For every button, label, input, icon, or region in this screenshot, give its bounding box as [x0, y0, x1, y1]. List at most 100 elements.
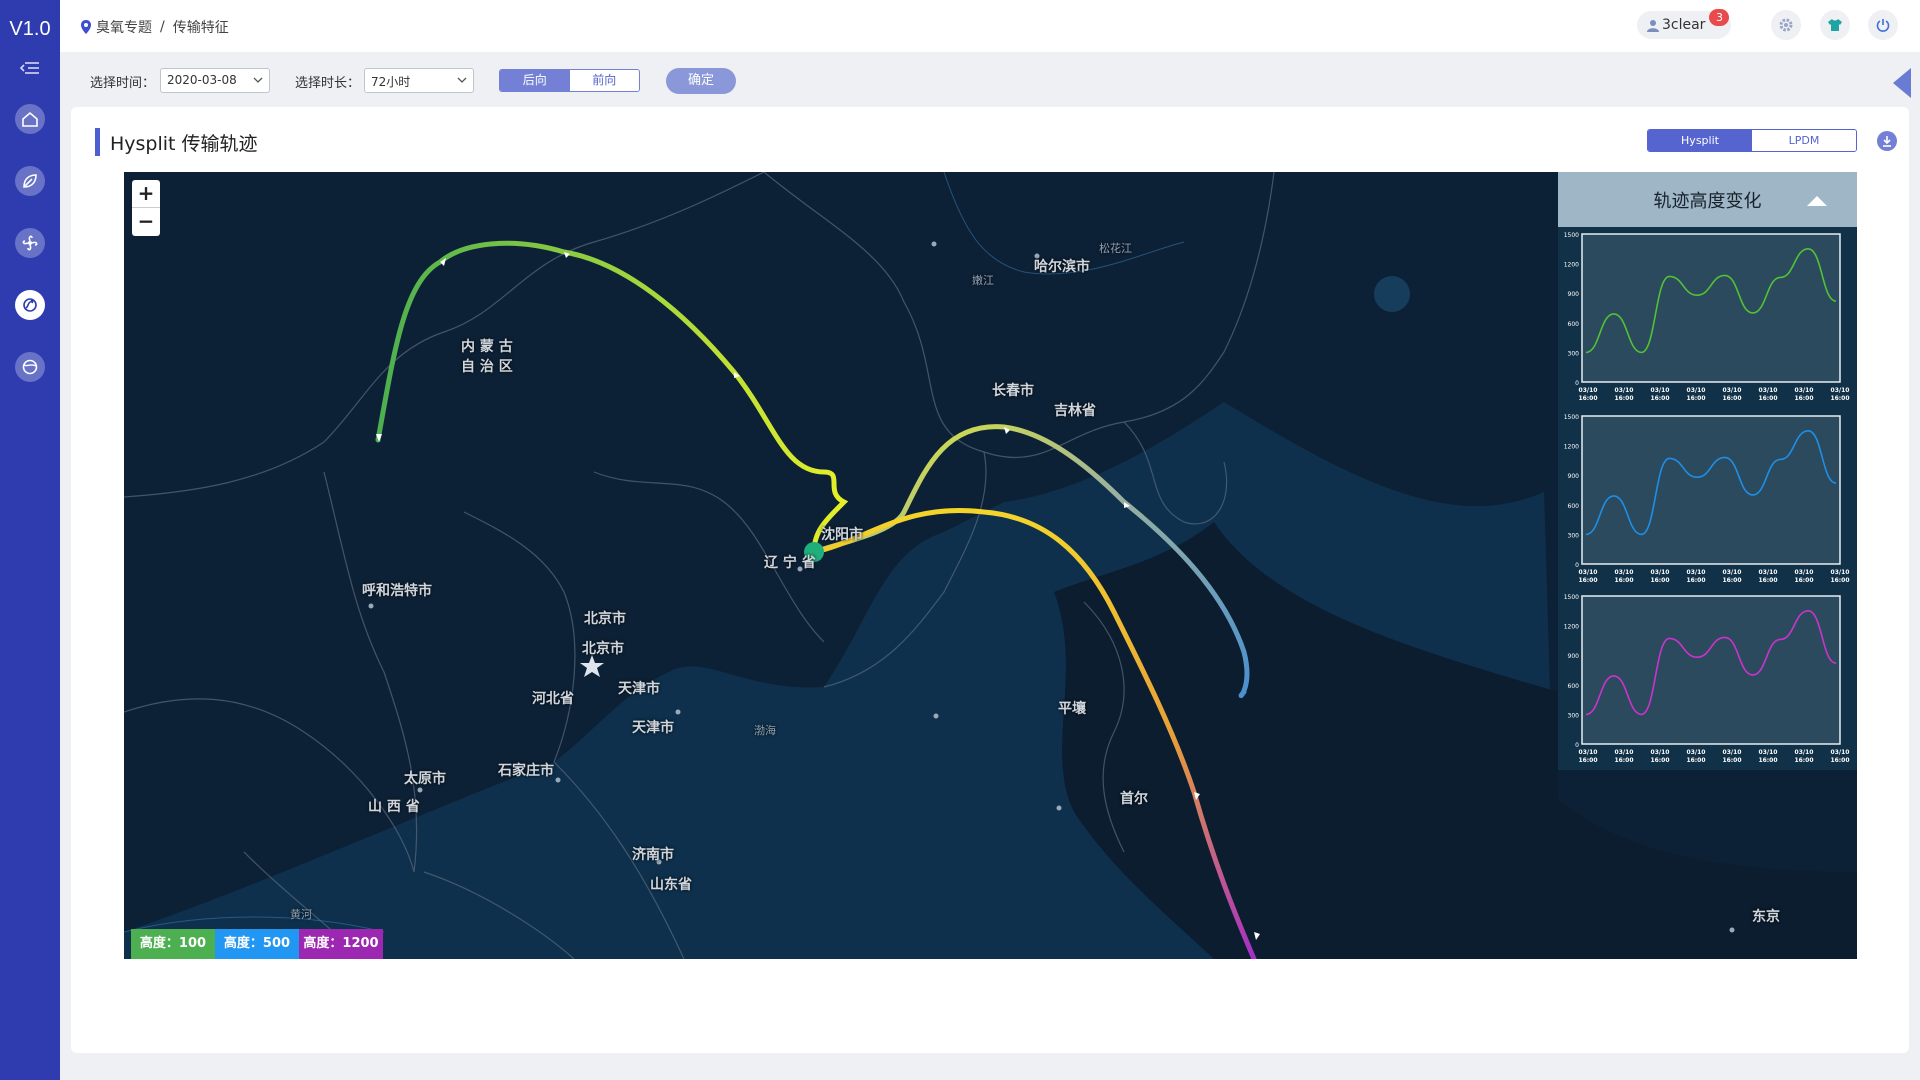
title-accent-bar	[95, 128, 100, 156]
trajectory-map[interactable]: 哈尔滨市 松花江 嫩江 长春市 吉林省 内 蒙 古 自 治 区 沈阳市 辽 宁 …	[124, 172, 1857, 959]
direction-backward-button[interactable]: 后向	[500, 70, 570, 91]
y-tick-label: 1500	[1564, 232, 1579, 239]
elevation-panel: 轨迹高度变化 1500 1200 900 600 300 0 03/10 16:00 03/10…	[1558, 172, 1857, 770]
x-tick-label: 16:00	[1578, 757, 1597, 764]
time-select[interactable]: 2020-03-08	[160, 68, 270, 93]
x-tick-label: 03/10	[1687, 569, 1706, 576]
x-tick-label: 16:00	[1614, 577, 1633, 584]
chevron-down-icon	[253, 77, 263, 83]
duration-label: 选择时长：	[295, 76, 361, 91]
nav-fan-icon[interactable]	[15, 228, 45, 258]
nav-home-icon[interactable]	[15, 104, 45, 134]
plot-area	[1581, 595, 1841, 745]
zoom-out-button[interactable]: −	[132, 208, 160, 236]
model-toggle[interactable]: Hysplit LPDM	[1647, 129, 1857, 152]
x-tick-label: 16:00	[1578, 577, 1597, 584]
location-pin-icon	[81, 20, 91, 34]
user-menu[interactable]: 3clear 3	[1637, 9, 1732, 39]
x-tick-label: 16:00	[1686, 577, 1705, 584]
x-tick-label: 03/10	[1615, 569, 1634, 576]
map-label: 平壤	[1058, 701, 1086, 717]
map-label: 辽 宁 省	[764, 555, 816, 571]
y-tick-label: 1500	[1564, 414, 1579, 421]
x-tick-label: 16:00	[1830, 757, 1849, 764]
y-tick-label: 300	[1568, 712, 1580, 719]
settings-gear-icon[interactable]	[1771, 10, 1801, 40]
breadcrumb-root[interactable]: 臭氧专题	[96, 17, 152, 37]
confirm-button[interactable]: 确定	[666, 68, 736, 94]
map-label: 首尔	[1120, 791, 1148, 807]
y-tick-label: 1500	[1564, 594, 1579, 601]
map-label: 呼和浩特市	[362, 583, 432, 599]
x-tick-label: 03/10	[1687, 387, 1706, 394]
nav-leaf-icon[interactable]	[15, 166, 45, 196]
y-tick-label: 1200	[1564, 444, 1579, 451]
menu-collapse-icon[interactable]	[19, 60, 41, 76]
user-name: 3clear	[1662, 17, 1706, 33]
x-tick-label: 03/10	[1723, 569, 1742, 576]
x-tick-label: 03/10	[1759, 569, 1778, 576]
map-label: 河北省	[532, 691, 574, 707]
x-tick-label: 03/10	[1831, 749, 1850, 756]
map-label: 沈阳市	[821, 527, 863, 543]
panel-expand-arrow-icon[interactable]	[1893, 68, 1911, 98]
time-label: 选择时间：	[90, 76, 156, 91]
map-label: 长春市	[992, 383, 1034, 399]
x-tick-label: 03/10	[1651, 749, 1670, 756]
y-tick-label: 0	[1575, 562, 1579, 569]
map-label: 内 蒙 古	[461, 339, 513, 355]
elevation-title: 轨迹高度变化	[1653, 190, 1762, 212]
y-tick-label: 1200	[1564, 262, 1579, 269]
x-tick-label: 03/10	[1579, 749, 1598, 756]
x-tick-label: 16:00	[1794, 577, 1813, 584]
map-label: 山 西 省	[368, 799, 420, 815]
collapse-up-icon[interactable]	[1807, 196, 1827, 206]
x-tick-label: 16:00	[1578, 395, 1597, 402]
zoom-control: + −	[132, 180, 160, 236]
map-label: 天津市	[632, 720, 674, 736]
map-label: 北京市	[582, 641, 624, 657]
plot-area	[1581, 233, 1841, 383]
height-legend: 高度：100 高度：500 高度：1200	[131, 929, 383, 959]
map-label: 渤海	[754, 724, 776, 737]
x-tick-label: 16:00	[1830, 395, 1849, 402]
y-tick-label: 1200	[1564, 624, 1579, 631]
x-tick-label: 03/10	[1723, 387, 1742, 394]
map-label: 吉林省	[1054, 403, 1096, 419]
panel-title-text: Hysplit 传输轨迹	[110, 132, 258, 155]
download-icon[interactable]	[1877, 131, 1897, 151]
x-tick-label: 03/10	[1795, 387, 1814, 394]
map-label: 北京市	[584, 611, 626, 627]
map-label: 东京	[1752, 909, 1780, 925]
x-tick-label: 16:00	[1650, 577, 1669, 584]
model-hysplit-button[interactable]: Hysplit	[1648, 130, 1752, 151]
duration-select[interactable]: 72小时	[364, 68, 474, 93]
direction-toggle[interactable]: 后向 前向	[499, 69, 640, 92]
x-tick-label: 03/10	[1579, 387, 1598, 394]
breadcrumb-current: 传输特征	[172, 20, 229, 36]
y-tick-label: 900	[1568, 291, 1580, 298]
x-tick-label: 16:00	[1830, 577, 1849, 584]
model-lpdm-button[interactable]: LPDM	[1752, 130, 1856, 151]
x-tick-label: 03/10	[1615, 387, 1634, 394]
x-tick-label: 16:00	[1722, 757, 1741, 764]
x-tick-label: 03/10	[1759, 387, 1778, 394]
direction-forward-button[interactable]: 前向	[569, 70, 639, 91]
x-tick-label: 16:00	[1758, 757, 1777, 764]
theme-shirt-icon[interactable]	[1820, 10, 1850, 40]
x-tick-label: 16:00	[1650, 395, 1669, 402]
map-label: 天津市	[618, 681, 660, 697]
y-tick-label: 900	[1568, 473, 1580, 480]
map-label: 石家庄市	[498, 763, 554, 779]
nav-transport-icon[interactable]	[15, 290, 45, 320]
nav-globe-icon[interactable]	[15, 352, 45, 382]
x-tick-label: 03/10	[1759, 749, 1778, 756]
map-label: 山东省	[650, 877, 692, 893]
map-label: 自 治 区	[461, 359, 513, 375]
zoom-in-button[interactable]: +	[132, 180, 160, 208]
power-icon[interactable]	[1868, 10, 1898, 40]
breadcrumb: 臭氧专题 / 传输特征	[80, 17, 229, 37]
x-tick-label: 03/10	[1795, 569, 1814, 576]
left-sidebar: V1.0	[0, 0, 60, 1080]
y-tick-label: 0	[1575, 742, 1579, 749]
